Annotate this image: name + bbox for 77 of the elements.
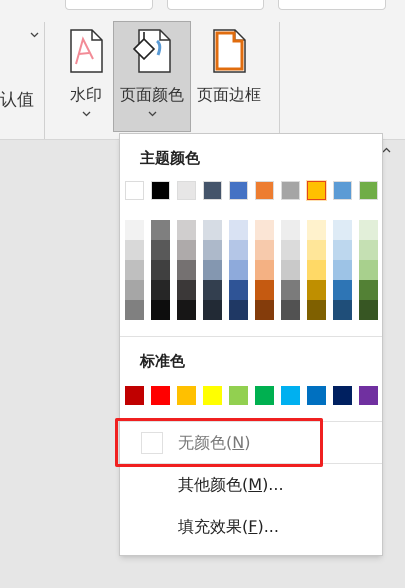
color-swatch[interactable]: [229, 386, 248, 405]
color-swatch[interactable]: [177, 240, 196, 260]
color-swatch[interactable]: [333, 220, 352, 240]
color-swatch[interactable]: [307, 220, 326, 240]
ribbon-button[interactable]: 页面颜色: [113, 21, 191, 132]
color-swatch[interactable]: [177, 280, 196, 300]
color-swatch[interactable]: [229, 220, 248, 240]
color-swatch[interactable]: [307, 240, 326, 260]
paint-bucket-page-icon: [133, 29, 171, 73]
color-swatch[interactable]: [281, 300, 300, 320]
color-swatch[interactable]: [229, 300, 248, 320]
color-swatch[interactable]: [203, 386, 222, 405]
color-swatch[interactable]: [125, 220, 144, 240]
color-swatch[interactable]: [203, 300, 222, 320]
color-swatch[interactable]: [203, 240, 222, 260]
color-swatch[interactable]: [255, 280, 274, 300]
color-swatch[interactable]: [281, 220, 300, 240]
color-swatch[interactable]: [359, 300, 378, 320]
chevron-down-icon: [82, 111, 90, 117]
color-swatch[interactable]: [307, 181, 326, 200]
section-heading: 主题颜色: [139, 148, 201, 169]
ribbon-button[interactable]: 页面边框: [193, 21, 265, 132]
color-swatch[interactable]: [333, 280, 352, 300]
color-swatch[interactable]: [333, 240, 352, 260]
color-swatch[interactable]: [125, 280, 144, 300]
color-swatch[interactable]: [255, 260, 274, 280]
color-swatch[interactable]: [281, 240, 300, 260]
color-swatch[interactable]: [125, 386, 144, 405]
color-swatch[interactable]: [151, 240, 170, 260]
color-swatch[interactable]: [203, 280, 222, 300]
page-border-icon: [212, 29, 246, 73]
color-swatch[interactable]: [203, 260, 222, 280]
color-swatch[interactable]: [229, 260, 248, 280]
color-swatch[interactable]: [255, 300, 274, 320]
menu-item[interactable]: 填充效果(F)...: [178, 515, 279, 539]
color-swatch[interactable]: [359, 260, 378, 280]
color-swatch[interactable]: [255, 240, 274, 260]
menu-item[interactable]: 其他颜色(M)...: [178, 473, 284, 497]
color-swatch[interactable]: [359, 240, 378, 260]
document-letter-icon: [69, 29, 103, 73]
color-swatch[interactable]: [281, 386, 300, 405]
empty-swatch: [141, 432, 163, 454]
color-swatch[interactable]: [229, 280, 248, 300]
section-heading: 标准色: [138, 351, 186, 372]
color-swatch[interactable]: [359, 220, 378, 240]
color-swatch[interactable]: [151, 280, 170, 300]
color-swatch[interactable]: [333, 386, 352, 405]
color-swatch[interactable]: [359, 280, 378, 300]
color-swatch[interactable]: [177, 220, 196, 240]
color-swatch[interactable]: [177, 260, 196, 280]
color-swatch[interactable]: [281, 280, 300, 300]
color-swatch[interactable]: [307, 386, 326, 405]
color-swatch[interactable]: [333, 260, 352, 280]
color-swatch[interactable]: [151, 220, 170, 240]
color-swatch[interactable]: [177, 386, 196, 405]
color-swatch[interactable]: [333, 300, 352, 320]
color-swatch[interactable]: [151, 386, 170, 405]
color-swatch[interactable]: [203, 220, 222, 240]
color-swatch[interactable]: [255, 220, 274, 240]
color-swatch[interactable]: [125, 300, 144, 320]
color-swatch[interactable]: [151, 260, 170, 280]
ribbon-label[interactable]: 认值: [0, 92, 34, 109]
color-swatch[interactable]: [151, 300, 170, 320]
color-swatch[interactable]: [307, 300, 326, 320]
color-swatch[interactable]: [125, 260, 144, 280]
color-swatch[interactable]: [255, 386, 274, 405]
color-swatch[interactable]: [125, 240, 144, 260]
chevron-down-icon: [30, 32, 39, 38]
color-swatch[interactable]: [307, 280, 326, 300]
color-swatch[interactable]: [307, 260, 326, 280]
color-swatch[interactable]: [229, 240, 248, 260]
color-swatch[interactable]: [281, 260, 300, 280]
collapse-ribbon-icon[interactable]: [382, 147, 391, 153]
chevron-down-icon: [148, 111, 156, 117]
color-swatch[interactable]: [359, 386, 378, 405]
ribbon-button[interactable]: 水印: [61, 21, 111, 132]
color-swatch[interactable]: [177, 300, 196, 320]
